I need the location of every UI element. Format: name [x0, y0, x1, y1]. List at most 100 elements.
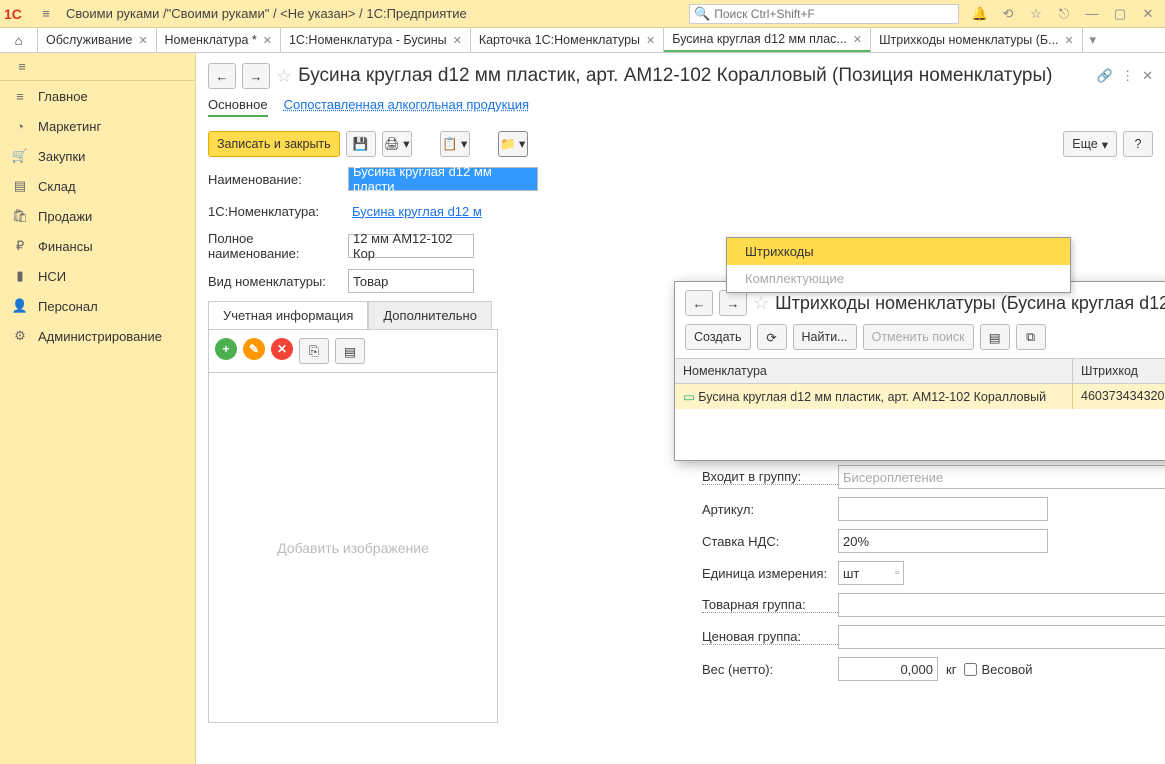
sidebar: ≡ ≡Главное ◔Маркетинг 🛒Закупки ▤Склад 🛍П… [0, 53, 196, 764]
print-button[interactable]: 🖨 ▾ [382, 131, 412, 157]
cancel-search-button[interactable]: Отменить поиск [863, 324, 974, 350]
label-group: Входит в группу: [702, 469, 838, 485]
favorite-icon[interactable]: ☆ [276, 66, 292, 87]
tab-0[interactable]: Обслуживание✕ [38, 28, 157, 52]
save-button[interactable]: 💾 [346, 131, 376, 157]
find-button[interactable]: Найти... [793, 324, 857, 350]
global-search[interactable]: 🔍 [689, 4, 959, 24]
label-onec: 1С:Номенклатура: [208, 204, 348, 219]
tab-extra[interactable]: Дополнительно [368, 301, 492, 329]
close-icon[interactable]: ✕ [1135, 3, 1161, 25]
link-icon[interactable]: ⎋ [1051, 3, 1077, 25]
link-onec[interactable]: Бусина круглая d12 м [348, 199, 488, 223]
page-title: Бусина круглая d12 мм пластик, арт. AM12… [298, 65, 1091, 87]
home-tab[interactable]: ⌂ [0, 28, 38, 52]
tab-2[interactable]: 1С:Номенклатура - Бусины✕ [281, 28, 471, 52]
forward-button[interactable]: → [242, 63, 270, 89]
input-pgroup[interactable]: ▫ [838, 593, 1165, 617]
tab-close-icon[interactable]: ✕ [138, 34, 147, 47]
subtab-main[interactable]: Основное [208, 97, 268, 117]
popup-back-button[interactable]: ← [685, 290, 713, 316]
tab-1[interactable]: Номенклатура *✕ [157, 28, 281, 52]
input-name[interactable]: Бусина круглая d12 мм пласти [348, 167, 538, 191]
close-page-icon[interactable]: ✕ [1142, 68, 1153, 84]
add-button[interactable]: + [215, 338, 237, 360]
tab-5[interactable]: Штрихкоды номенклатуры (Б...✕ [871, 28, 1083, 52]
tab-4[interactable]: Бусина круглая d12 мм плас...✕ [664, 28, 871, 52]
refresh-button[interactable]: ⟳ [757, 324, 787, 350]
label-fullname: Полное наименование: [208, 231, 348, 261]
barcode-icon-button[interactable]: ▤ [980, 324, 1010, 350]
edit-button[interactable]: ✎ [243, 338, 265, 360]
input-kind[interactable]: Товар [348, 269, 474, 293]
tab-accounting[interactable]: Учетная информация [208, 301, 368, 329]
create-button[interactable]: Создать [685, 324, 751, 350]
popup-favorite-icon[interactable]: ☆ [753, 293, 769, 314]
sidebar-item-purchases[interactable]: 🛒Закупки [0, 141, 195, 171]
tab-close-icon[interactable]: ✕ [263, 34, 272, 47]
sidebar-item-staff[interactable]: 👤Персонал [0, 291, 195, 321]
sidebar-item-warehouse[interactable]: ▤Склад [0, 171, 195, 201]
clipboard-button[interactable]: 📋 ▾ [440, 131, 470, 157]
minimize-icon[interactable]: — [1079, 3, 1105, 25]
bell-icon[interactable]: 🔔 [967, 3, 993, 25]
back-button[interactable]: ← [208, 63, 236, 89]
sidebar-item-finance[interactable]: ₽Финансы [0, 231, 195, 261]
tab-close-icon[interactable]: ✕ [646, 34, 655, 47]
weight-checkbox[interactable] [964, 663, 977, 676]
input-group[interactable]: Бисероплетение▫ [838, 465, 1165, 489]
list-button[interactable]: ▤ [335, 338, 365, 364]
folder-dropdown-button[interactable]: 📁 ▾ [498, 131, 528, 157]
cell-nomenclature: ▭ Бусина круглая d12 мм пластик, арт. AM… [675, 384, 1073, 409]
sidebar-item-admin[interactable]: ⚙Администрирование [0, 321, 195, 351]
tab-close-icon[interactable]: ✕ [1065, 34, 1074, 47]
titlebar: 1C ≡ Своими руками /"Своими руками" / <Н… [0, 0, 1165, 28]
copy-button[interactable]: ⎘ [299, 338, 329, 364]
input-weight[interactable]: 0,000 [838, 657, 938, 681]
th-nomenclature[interactable]: Номенклатура [675, 359, 1073, 383]
chart-icon: ◔ [12, 118, 28, 134]
save-and-close-button[interactable]: Записать и закрыть [208, 131, 340, 157]
sidebar-menu-icon[interactable]: ≡ [10, 55, 34, 79]
input-vat[interactable]: 20% [838, 529, 1048, 553]
dropdown-item-components[interactable]: Комплектующие [727, 265, 1070, 292]
shelf-icon: ▤ [12, 178, 28, 194]
barcodes-table: Номенклатура Штрихкод Тип штрихкода ▭ Бу… [675, 358, 1165, 409]
more-vert-icon[interactable]: ⋮ [1121, 68, 1134, 84]
th-barcode[interactable]: Штрихкод [1073, 359, 1165, 383]
sidebar-item-nsi[interactable]: ▮НСИ [0, 261, 195, 291]
sidebar-item-main[interactable]: ≡Главное [0, 81, 195, 111]
menu-icon[interactable]: ≡ [34, 2, 58, 26]
input-fullname[interactable]: 12 мм AM12-102 Кор [348, 234, 474, 258]
open-icon[interactable]: ▫ [895, 567, 899, 579]
table-row[interactable]: ▭ Бусина круглая d12 мм пластик, арт. AM… [675, 384, 1165, 409]
label-vat: Ставка НДС: [702, 534, 838, 549]
cell-barcode: 4603734343205 [1073, 384, 1165, 409]
tab-3[interactable]: Карточка 1С:Номенклатуры✕ [471, 28, 664, 52]
tab-close-icon[interactable]: ✕ [853, 33, 862, 46]
help-button[interactable]: ? [1123, 131, 1153, 157]
link-icon[interactable]: 🔗 [1097, 68, 1113, 84]
search-input[interactable] [714, 7, 954, 21]
filter-clear-button[interactable]: ⧉ [1016, 324, 1046, 350]
history-icon[interactable]: ⟲ [995, 3, 1021, 25]
input-article[interactable] [838, 497, 1048, 521]
popup-forward-button[interactable]: → [719, 290, 747, 316]
weight-unit: кг [946, 662, 956, 677]
sidebar-item-sales[interactable]: 🛍Продажи [0, 201, 195, 231]
dropdown-item-barcodes[interactable]: Штрихкоды [727, 238, 1070, 265]
content-area: ← → ☆ Бусина круглая d12 мм пластик, арт… [196, 53, 1165, 764]
star-icon[interactable]: ☆ [1023, 3, 1049, 25]
input-unit[interactable]: шт▫ [838, 561, 904, 585]
subtab-alco[interactable]: Сопоставленная алкогольная продукция [284, 97, 530, 117]
tabbar: ⌂ Обслуживание✕ Номенклатура *✕ 1С:Номен… [0, 28, 1165, 53]
maximize-icon[interactable]: ▢ [1107, 3, 1133, 25]
input-pricegroup[interactable]: ▫ [838, 625, 1165, 649]
tab-close-icon[interactable]: ✕ [453, 34, 462, 47]
image-dropzone[interactable]: Добавить изображение [208, 373, 498, 723]
tabs-overflow-icon[interactable]: ▾ [1083, 28, 1103, 52]
delete-button[interactable]: ✕ [271, 338, 293, 360]
more-button[interactable]: Еще ▾ [1063, 131, 1117, 157]
sidebar-item-marketing[interactable]: ◔Маркетинг [0, 111, 195, 141]
label-article: Артикул: [702, 502, 838, 517]
